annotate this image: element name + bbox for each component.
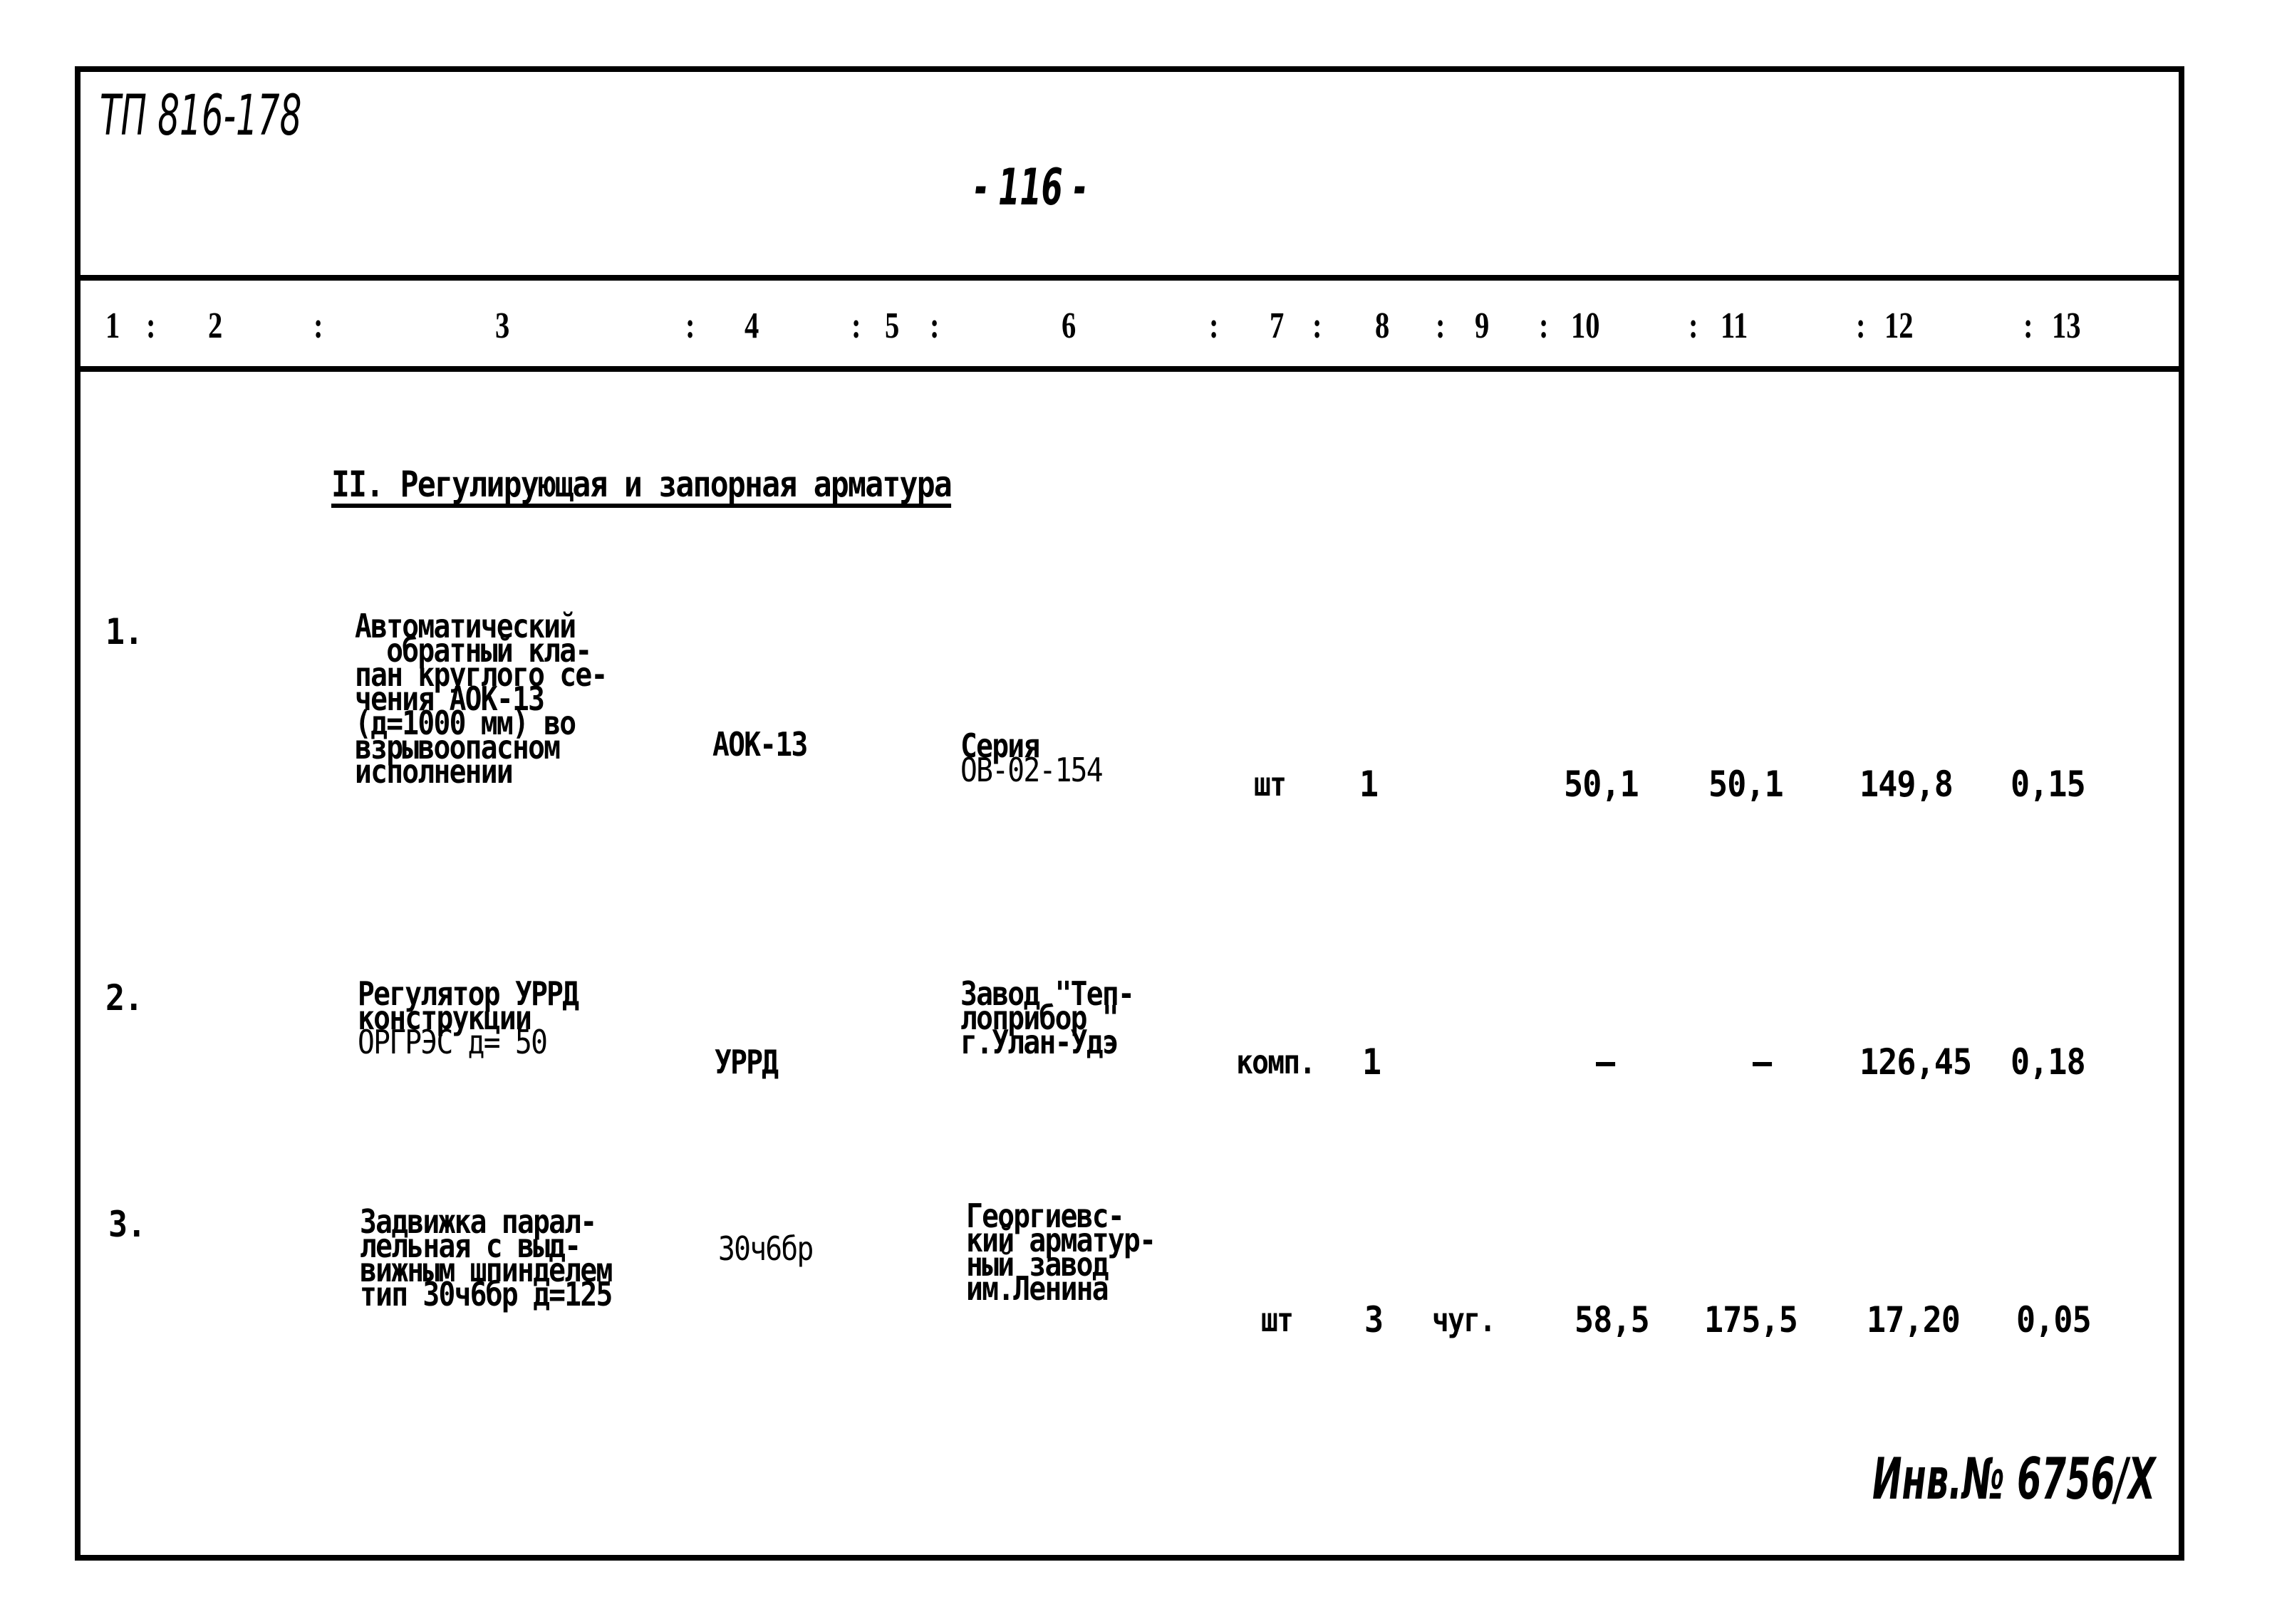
- description-line: ОРГРЭС д= 50: [358, 1023, 548, 1061]
- column-number-2: 2: [208, 306, 223, 346]
- column-separator: :: [2023, 306, 2033, 346]
- column-numbers-divider: [75, 366, 2184, 372]
- column-separator: :: [1856, 306, 1866, 346]
- column-separator: :: [1312, 306, 1322, 346]
- item-manufacturer: Завод "Теп- лоприбор " г.Улан-Удэ: [960, 977, 1135, 1061]
- item-type: 30ч6бр: [718, 1229, 814, 1268]
- page-number: - 116 -: [975, 158, 1086, 217]
- item-material: чуг.: [1432, 1301, 1496, 1339]
- column-separator: :: [313, 306, 323, 346]
- row-number: 3.: [108, 1204, 146, 1245]
- column-number-9: 9: [1475, 306, 1490, 346]
- column-separator: :: [146, 306, 156, 346]
- item-type: УРРД: [715, 1043, 779, 1081]
- item-mass-unit: 58,5: [1575, 1299, 1650, 1341]
- item-type: АОК-13: [712, 725, 808, 764]
- document-code: ТП 816-178: [100, 84, 302, 148]
- row-number: 2.: [105, 977, 143, 1019]
- column-number-5: 5: [885, 306, 900, 346]
- item-col13: 0,05: [2016, 1299, 2092, 1341]
- item-manufacturer: Георгиевс- кий арматур- ный завод им.Лен…: [966, 1199, 1156, 1308]
- item-mass-unit: 50,1: [1564, 764, 1639, 805]
- item-mass-total: –: [1753, 1041, 1772, 1083]
- item-description: Автоматический обратный кла- пан круглог…: [355, 610, 608, 791]
- item-col12: 17,20: [1867, 1299, 1961, 1341]
- manufacturer-line: им.Ленина: [966, 1269, 1109, 1308]
- item-col13: 0,18: [2011, 1041, 2086, 1083]
- item-mass-unit: –: [1596, 1041, 1615, 1083]
- inventory-stamp: Инв.№ 6756/X: [1872, 1446, 2156, 1512]
- column-number-3: 3: [495, 306, 510, 346]
- item-mass-total: 175,5: [1704, 1299, 1798, 1341]
- manufacturer-line: г.Улан-Удэ: [960, 1023, 1119, 1061]
- column-number-10: 10: [1571, 306, 1600, 346]
- column-number-1: 1: [105, 306, 120, 346]
- column-separator: :: [851, 306, 861, 346]
- column-separator: :: [930, 306, 940, 346]
- item-col13: 0,15: [2011, 764, 2086, 805]
- description-line: тип 30ч6бр д=125: [360, 1275, 613, 1313]
- column-separator: :: [685, 306, 695, 346]
- column-number-12: 12: [1884, 306, 1914, 346]
- item-unit: шт: [1261, 1301, 1294, 1339]
- item-quantity: 3: [1364, 1299, 1384, 1341]
- column-number-8: 8: [1375, 306, 1390, 346]
- row-number: 1.: [105, 611, 143, 652]
- item-unit: комп.: [1236, 1043, 1316, 1081]
- column-separator: :: [1539, 306, 1549, 346]
- item-col12: 126,45: [1859, 1041, 1972, 1083]
- column-number-6: 6: [1062, 306, 1077, 346]
- item-unit: шт: [1254, 765, 1287, 803]
- column-number-13: 13: [2052, 306, 2081, 346]
- column-number-11: 11: [1721, 306, 1748, 346]
- item-col12: 149,8: [1859, 764, 1954, 805]
- column-separator: :: [1209, 306, 1219, 346]
- section-heading: II. Регулирующая и запорная арматура: [331, 464, 953, 505]
- item-description: Задвижка парал- лельная с выд- вижным шп…: [360, 1205, 613, 1313]
- column-number-7: 7: [1270, 306, 1285, 346]
- item-quantity: 1: [1359, 764, 1379, 805]
- item-description: Регулятор УРРД конструкции ОРГРЭС д= 50: [358, 977, 579, 1061]
- item-mass-total: 50,1: [1708, 764, 1784, 805]
- description-line: исполнении: [355, 752, 514, 791]
- item-manufacturer: Серия ОВ-02-154: [960, 729, 1104, 789]
- column-separator: :: [1689, 306, 1698, 346]
- manufacturer-line: ОВ-02-154: [960, 751, 1104, 789]
- header-divider: [75, 275, 2184, 281]
- column-number-4: 4: [745, 306, 759, 346]
- item-quantity: 1: [1362, 1041, 1381, 1083]
- column-separator: :: [1436, 306, 1446, 346]
